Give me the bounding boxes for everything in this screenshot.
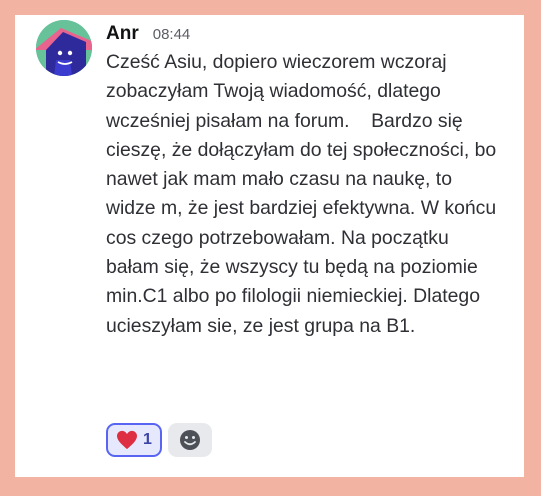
add-reaction-button[interactable] bbox=[168, 423, 212, 457]
heart-reaction-button[interactable]: 1 bbox=[106, 423, 162, 457]
message-text: Cześć Asiu, dopiero wieczorem wczoraj zo… bbox=[106, 51, 502, 337]
heart-icon bbox=[117, 430, 138, 450]
author-name[interactable]: Anr bbox=[106, 23, 139, 45]
user-avatar[interactable] bbox=[36, 20, 92, 76]
message-timestamp[interactable]: 08:44 bbox=[153, 26, 191, 43]
avatar-illustration bbox=[36, 20, 92, 76]
message-card: Anr 08:44 Cześć Asiu, dopiero wieczorem … bbox=[15, 15, 524, 477]
reaction-bar: 1 bbox=[106, 423, 212, 457]
message-header: Anr 08:44 bbox=[106, 23, 190, 45]
reaction-count: 1 bbox=[143, 431, 152, 448]
smiley-icon bbox=[180, 430, 200, 450]
